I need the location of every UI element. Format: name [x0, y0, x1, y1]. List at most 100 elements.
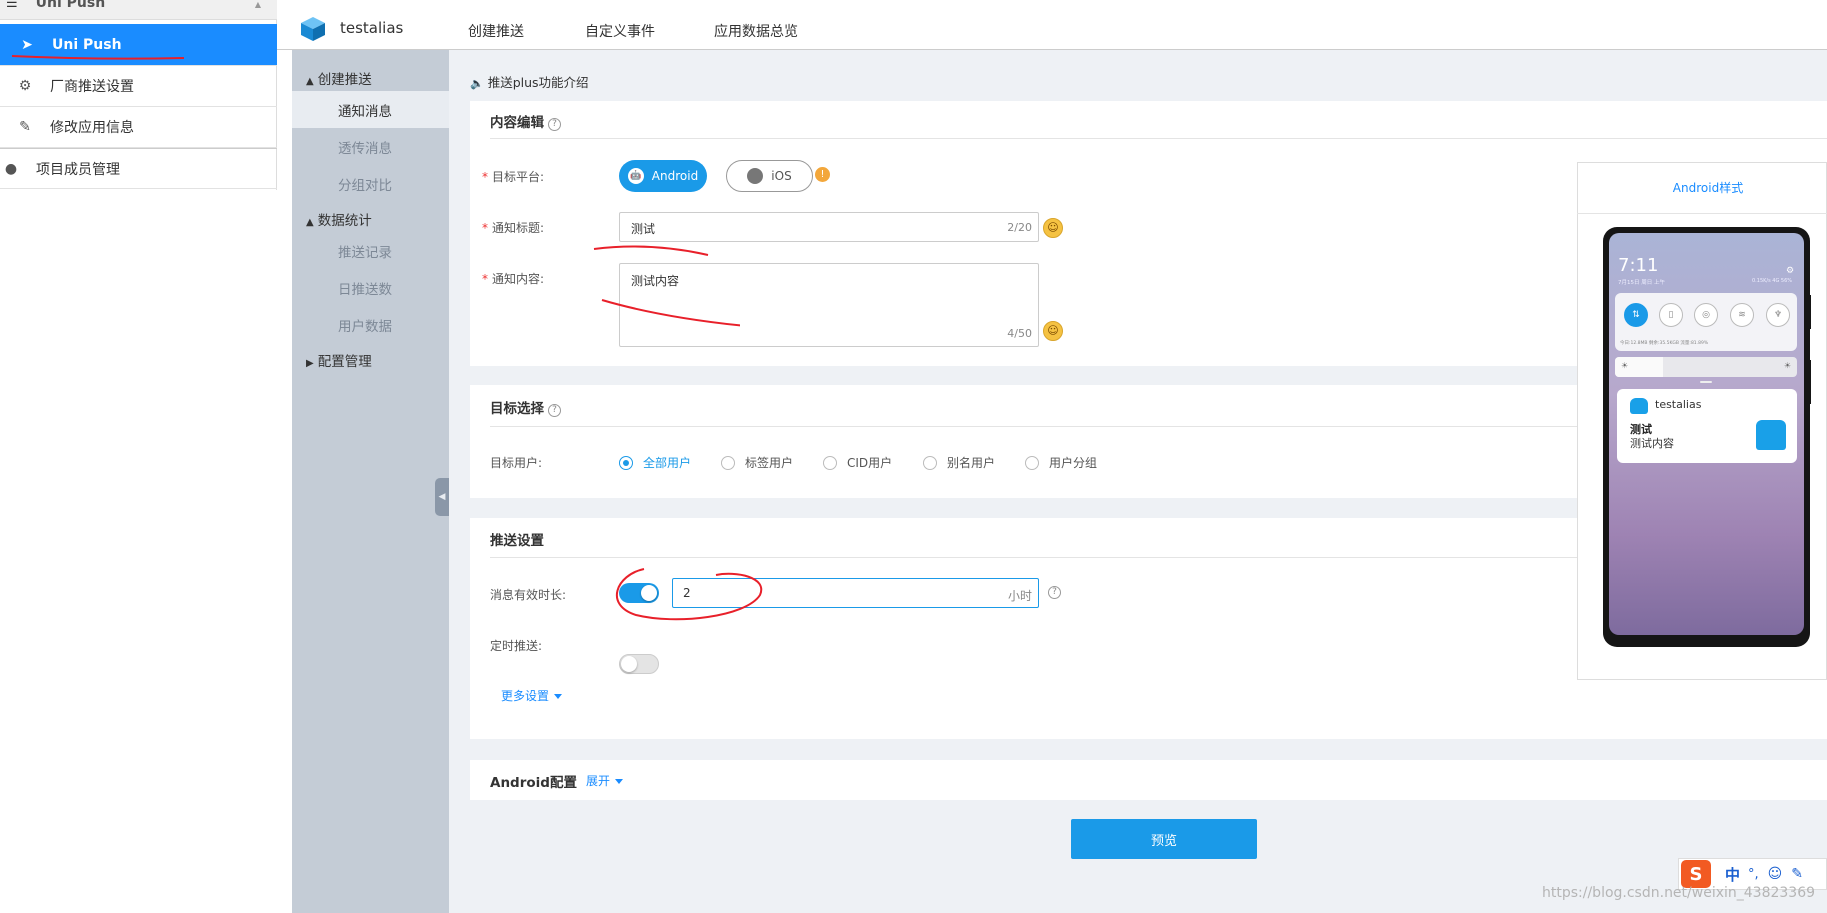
more-settings-link[interactable]: 更多设置	[501, 687, 563, 704]
sidebar-header[interactable]: ☰ Uni Push ▲	[0, 0, 277, 20]
android-icon: 🤖	[627, 168, 644, 184]
speaker-icon: 🔈	[470, 77, 484, 90]
platform-android-button[interactable]: 🤖 Android	[619, 160, 707, 192]
input-value: 测试	[631, 222, 656, 236]
radio-dot	[923, 455, 937, 470]
notif-title-input[interactable]: 测试 2/20	[619, 212, 1039, 242]
subnav-group-label: 数据统计	[317, 213, 372, 229]
user-icon: ●	[4, 160, 18, 177]
divider	[490, 138, 1827, 139]
caret-down-icon	[554, 694, 563, 699]
sidebar-item-members[interactable]: ● 项目成员管理	[0, 148, 277, 189]
platform-ios-button[interactable]: iOS	[726, 160, 813, 192]
ime-mode-toggle[interactable]: 中	[1725, 864, 1740, 885]
link-text: 展开	[586, 774, 611, 788]
data-toggle-icon: ⇅	[1624, 303, 1648, 327]
radio-all-users[interactable]: 全部用户	[619, 454, 691, 471]
subnav-item-label: 通知消息	[338, 103, 392, 120]
sidebar-item-edit-app[interactable]: ✎ 修改应用信息	[0, 107, 277, 148]
radio-label: 标签用户	[745, 456, 794, 470]
annotation-scribbles	[593, 245, 740, 327]
radio-alias-users[interactable]: 别名用户	[923, 454, 995, 471]
hotspot-icon: ◎	[1694, 303, 1718, 327]
button-label: Android	[651, 169, 699, 183]
wifi-icon: ≋	[1730, 303, 1754, 327]
battery-icon: ▯	[1659, 303, 1683, 327]
subnav-group-create[interactable]: ▲ 创建推送	[306, 68, 372, 88]
flashlight-icon: ♆	[1766, 303, 1790, 327]
emoji-icon[interactable]: ☺	[1043, 218, 1063, 238]
emoji-icon[interactable]: ☺	[1043, 321, 1063, 341]
divider	[1577, 213, 1827, 214]
subnav-group-config[interactable]: ▶ 配置管理	[306, 350, 372, 370]
sidebar-item-label: 修改应用信息	[50, 120, 134, 136]
radio-user-group[interactable]: 用户分组	[1025, 454, 1097, 471]
nav-create-push[interactable]: 创建推送	[468, 21, 524, 41]
intro-link[interactable]: 🔈 推送plus功能介绍	[470, 72, 589, 91]
content-section-title: 内容编辑?	[490, 111, 561, 131]
help-icon[interactable]: ?	[548, 118, 561, 131]
android-app-icon	[1630, 398, 1648, 414]
notif-app-name: testalias	[1655, 398, 1702, 411]
android-config-card	[470, 760, 1827, 800]
sidebar-header-title: Uni Push	[35, 0, 106, 11]
radio-label: 全部用户	[643, 456, 692, 470]
qs-footer: 今日:12.8MB 剩余:35.5KGB 流量:81.89%	[1620, 341, 1709, 346]
subnav-item-passthrough[interactable]: 透传消息	[292, 128, 449, 165]
emoji-face-icon[interactable]: ☺	[1768, 866, 1783, 882]
target-section-title: 目标选择?	[490, 397, 561, 417]
phone-status: 0.15K/s 4G 56%	[1752, 278, 1793, 284]
subnav-item-daily-push[interactable]: 日推送数	[292, 269, 449, 306]
apple-icon	[747, 168, 764, 184]
subnav-group-stats[interactable]: ▲ 数据统计	[306, 209, 372, 229]
pen-icon[interactable]: ✎	[1791, 866, 1803, 882]
subnav-group-label: 创建推送	[317, 72, 372, 88]
schedule-toggle[interactable]	[619, 654, 659, 674]
expand-link[interactable]: 展开	[586, 772, 624, 789]
radio-label: 别名用户	[947, 456, 996, 470]
radio-label: CID用户	[847, 456, 893, 470]
subnav-item-notify[interactable]: 通知消息	[292, 91, 449, 128]
radio-cid-users[interactable]: CID用户	[823, 454, 892, 471]
triangle-down-icon: ▲	[306, 76, 314, 87]
subnav-item-user-data[interactable]: 用户数据	[292, 306, 449, 343]
android-large-icon	[1756, 420, 1786, 450]
subnav-item-group-compare[interactable]: 分组对比	[292, 165, 449, 202]
notif-content-label: * 通知内容:	[482, 272, 545, 286]
label-text: 通知内容:	[492, 272, 545, 286]
sidebar-item-label: 厂商推送设置	[50, 79, 134, 95]
subnav-item-label: 用户数据	[338, 318, 392, 335]
char-count: 4/50	[1007, 327, 1032, 340]
radio-label: 用户分组	[1049, 456, 1098, 470]
label-text: 通知标题:	[492, 221, 545, 235]
menu-icon: ☰	[6, 0, 18, 11]
radio-dot	[823, 455, 837, 470]
nav-custom-events[interactable]: 自定义事件	[585, 21, 655, 41]
nav-app-overview[interactable]: 应用数据总览	[714, 21, 798, 41]
caret-down-icon	[615, 779, 624, 784]
phone-side-button	[1807, 295, 1811, 329]
help-icon[interactable]: ?	[1048, 586, 1061, 599]
help-icon[interactable]: ?	[548, 404, 561, 417]
warning-icon[interactable]: !	[815, 167, 830, 182]
collapse-sidebar-handle[interactable]: ◀	[435, 478, 449, 516]
double-left-icon: ◀	[438, 492, 446, 502]
subnav-item-label: 日推送数	[338, 281, 392, 298]
label-text: 目标平台:	[492, 170, 545, 184]
preview-button[interactable]: 预览	[1071, 819, 1257, 859]
sidebar-item-label: 项目成员管理	[36, 161, 120, 178]
subnav-item-label: 推送记录	[338, 244, 392, 261]
sun-icon: ☀	[1783, 361, 1791, 370]
notif-title-label: * 通知标题:	[482, 221, 545, 235]
preview-tab-android[interactable]: Android样式	[1577, 179, 1827, 196]
sidebar-item-vendor-settings[interactable]: ⚙ 厂商推送设置	[0, 66, 277, 107]
app-name: testalias	[340, 19, 404, 37]
phone-side-button	[1807, 360, 1811, 404]
ime-punct-toggle[interactable]: °,	[1748, 867, 1759, 882]
subnav-item-push-records[interactable]: 推送记录	[292, 232, 449, 269]
intro-link-text: 推送plus功能介绍	[487, 75, 589, 90]
subnav-item-label: 透传消息	[338, 140, 392, 157]
app-cube-icon	[301, 17, 325, 41]
radio-tag-users[interactable]: 标签用户	[721, 454, 793, 471]
triangle-right-icon: ▶	[306, 358, 314, 369]
